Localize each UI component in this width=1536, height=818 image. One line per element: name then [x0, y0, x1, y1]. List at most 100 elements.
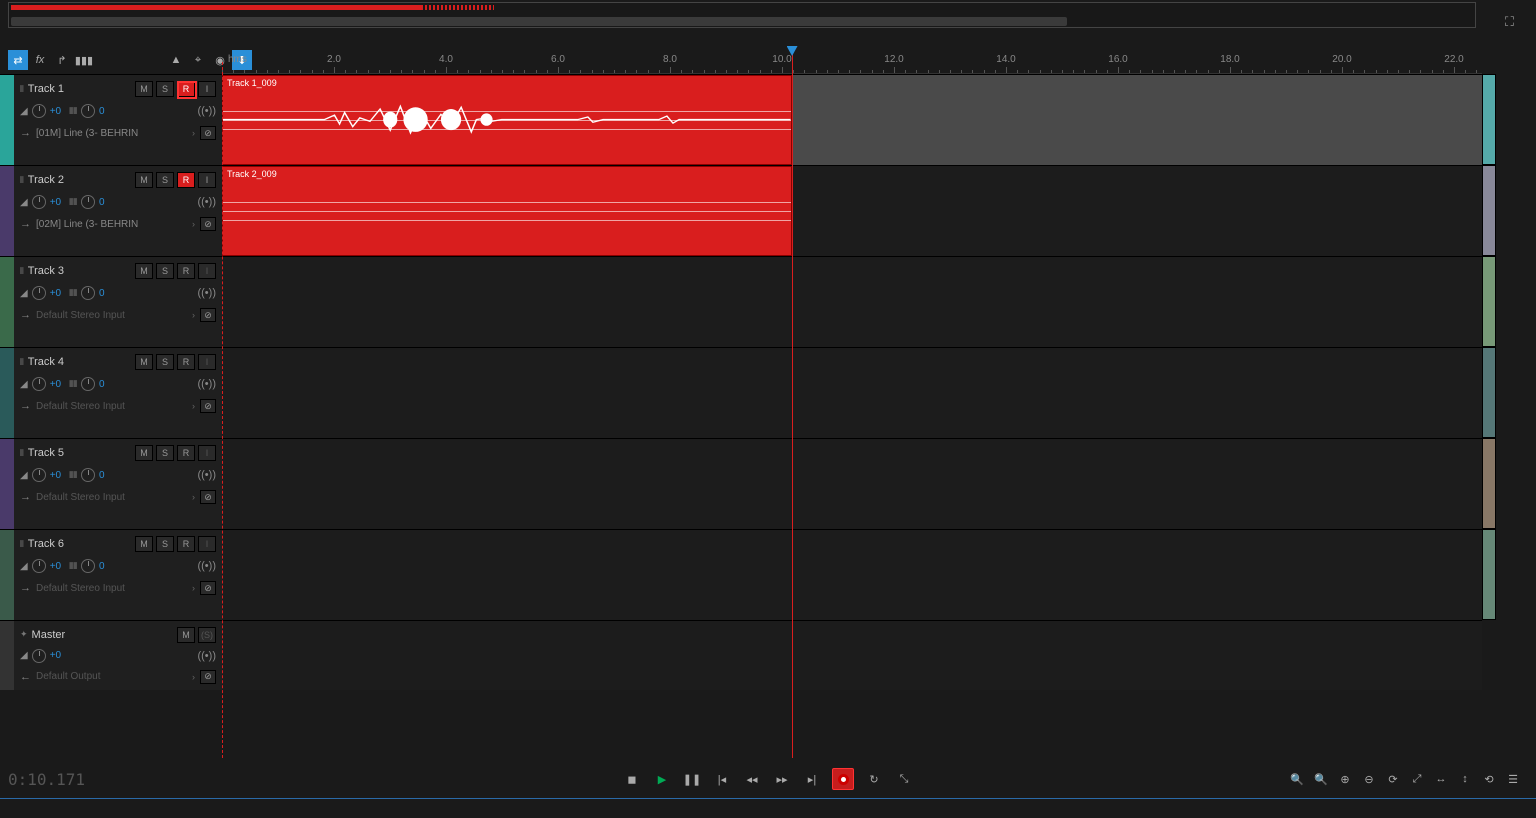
mute-button[interactable]: M [135, 263, 153, 279]
track-content[interactable] [222, 439, 1482, 529]
volume-value[interactable]: +0 [50, 561, 61, 572]
audio-clip[interactable]: Track 2_009 [222, 166, 792, 256]
solo-button[interactable]: S [156, 354, 174, 370]
input-selector[interactable]: [01M] Line (3- BEHRIN [36, 128, 187, 139]
drag-handle-icon[interactable]: ⫴ [20, 448, 23, 459]
fx-icon[interactable]: fx [30, 50, 50, 70]
volume-knob[interactable] [32, 377, 46, 391]
track-name[interactable]: ⫴Track 6 [20, 538, 132, 550]
chevron-right-icon[interactable]: › [192, 492, 195, 502]
drag-handle-icon[interactable]: ⫴ [20, 266, 23, 277]
pan-value[interactable]: 0 [99, 379, 105, 390]
zoom-full-icon[interactable]: ⟲ [1480, 770, 1498, 788]
record-arm-button[interactable]: R [177, 354, 195, 370]
record-arm-button[interactable]: R [177, 81, 195, 97]
pan-knob[interactable] [81, 377, 95, 391]
chevron-right-icon[interactable]: › [192, 128, 195, 138]
solo-button[interactable]: S [156, 536, 174, 552]
monitor-input-button[interactable]: I [198, 445, 216, 461]
track-name[interactable]: ⫴Track 4 [20, 356, 132, 368]
input-selector[interactable]: [02M] Line (3- BEHRIN [36, 219, 187, 230]
phase-invert-button[interactable]: ⊘ [200, 126, 216, 140]
volume-value[interactable]: +0 [50, 288, 61, 299]
volume-knob[interactable] [32, 286, 46, 300]
zoom-reset-icon[interactable]: ⟳ [1384, 770, 1402, 788]
volume-value[interactable]: +0 [50, 379, 61, 390]
solo-button[interactable]: S [156, 445, 174, 461]
mute-button[interactable]: M [135, 354, 153, 370]
inputs-outputs-icon[interactable]: ⇄ [8, 50, 28, 70]
volume-knob[interactable] [32, 649, 46, 663]
timeline-ruler[interactable]: hms 2.04.06.08.010.012.014.016.018.020.0… [222, 48, 1482, 74]
monitor-input-button[interactable]: I [198, 354, 216, 370]
input-selector[interactable]: Default Stereo Input [36, 492, 187, 503]
skip-selection-button[interactable]: ⤡ [894, 769, 914, 789]
phase-invert-button[interactable]: ⊘ [200, 308, 216, 322]
track-color-bar[interactable] [0, 348, 14, 438]
go-to-end-button[interactable]: ▸| [802, 769, 822, 789]
pan-knob[interactable] [81, 559, 95, 573]
pan-knob[interactable] [81, 286, 95, 300]
volume-knob[interactable] [32, 104, 46, 118]
chevron-right-icon[interactable]: › [192, 583, 195, 593]
phase-invert-button[interactable]: ⊘ [200, 217, 216, 231]
track-header[interactable]: ⫴Track 2 M S R I ◢ +0 ⦀⦀ 0 ((•)) → [02M]… [14, 166, 222, 256]
fit-view-icon[interactable]: ⛶ [1505, 14, 1514, 30]
track-content[interactable]: Track 1_009 [222, 75, 1482, 165]
output-selector[interactable]: Default Output [36, 671, 187, 682]
zoom-out-amp-icon[interactable]: ⊖ [1360, 770, 1378, 788]
volume-value[interactable]: +0 [50, 106, 61, 117]
fast-forward-button[interactable]: ▸▸ [772, 769, 792, 789]
record-arm-button[interactable]: R [177, 445, 195, 461]
monitor-input-button[interactable]: I [198, 263, 216, 279]
phase-invert-button[interactable]: ⊘ [200, 581, 216, 595]
chevron-right-icon[interactable]: › [192, 219, 195, 229]
zoom-in-point-icon[interactable]: ↔ [1432, 770, 1450, 788]
record-arm-button[interactable]: R [177, 172, 195, 188]
track-color-bar[interactable] [0, 75, 14, 165]
track-content[interactable]: Track 2_009 [222, 166, 1482, 256]
track-header[interactable]: ⫴Track 4 M S R I ◢ +0 ⦀⦀ 0 ((•)) → Defau… [14, 348, 222, 438]
track-color-bar[interactable] [0, 439, 14, 529]
timecode-display[interactable]: 0:10.171 [8, 770, 85, 789]
pan-knob[interactable] [81, 195, 95, 209]
track-color-bar[interactable] [0, 166, 14, 256]
monitor-input-button[interactable]: I [198, 536, 216, 552]
monitor-input-button[interactable]: I [198, 81, 216, 97]
track-header[interactable]: ⫴Track 6 M S R I ◢ +0 ⦀⦀ 0 ((•)) → Defau… [14, 530, 222, 620]
phase-invert-button[interactable]: ⊘ [200, 399, 216, 413]
zoom-in-amp-icon[interactable]: ⊕ [1336, 770, 1354, 788]
solo-safe-button[interactable]: (S) [198, 627, 216, 643]
zoom-out-point-icon[interactable]: ↕ [1456, 770, 1474, 788]
overview-scrollbar[interactable] [11, 17, 1067, 26]
pan-value[interactable]: 0 [99, 470, 105, 481]
mute-button[interactable]: M [135, 81, 153, 97]
input-selector[interactable]: Default Stereo Input [36, 401, 187, 412]
drag-handle-icon[interactable]: ⫴ [20, 357, 23, 368]
playhead[interactable] [792, 48, 793, 758]
phase-invert-button[interactable]: ⊘ [200, 670, 216, 684]
zoom-out-time-icon[interactable]: 🔍 [1312, 770, 1330, 788]
track-name[interactable]: ⫴Track 3 [20, 265, 132, 277]
go-to-start-button[interactable]: |◂ [712, 769, 732, 789]
mute-button[interactable]: M [177, 627, 195, 643]
track-name[interactable]: ⫴Track 1 [20, 83, 132, 95]
solo-button[interactable]: S [156, 81, 174, 97]
solo-button[interactable]: S [156, 263, 174, 279]
pause-button[interactable]: ❚❚ [682, 769, 702, 789]
track-content[interactable] [222, 257, 1482, 347]
zoom-all-tracks-icon[interactable]: ☰ [1504, 770, 1522, 788]
pan-value[interactable]: 0 [99, 197, 105, 208]
record-arm-button[interactable]: R [177, 263, 195, 279]
chevron-right-icon[interactable]: › [192, 310, 195, 320]
track-color-bar[interactable] [0, 530, 14, 620]
pan-value[interactable]: 0 [99, 106, 105, 117]
sends-icon[interactable]: ↱ [52, 50, 72, 70]
track-header[interactable]: ⫴Track 3 M S R I ◢ +0 ⦀⦀ 0 ((•)) → Defau… [14, 257, 222, 347]
mute-button[interactable]: M [135, 445, 153, 461]
volume-value[interactable]: +0 [50, 650, 61, 661]
play-button[interactable]: ▶ [652, 769, 672, 789]
chevron-right-icon[interactable]: › [192, 401, 195, 411]
track-content[interactable] [222, 348, 1482, 438]
overview-panel[interactable] [8, 2, 1476, 28]
